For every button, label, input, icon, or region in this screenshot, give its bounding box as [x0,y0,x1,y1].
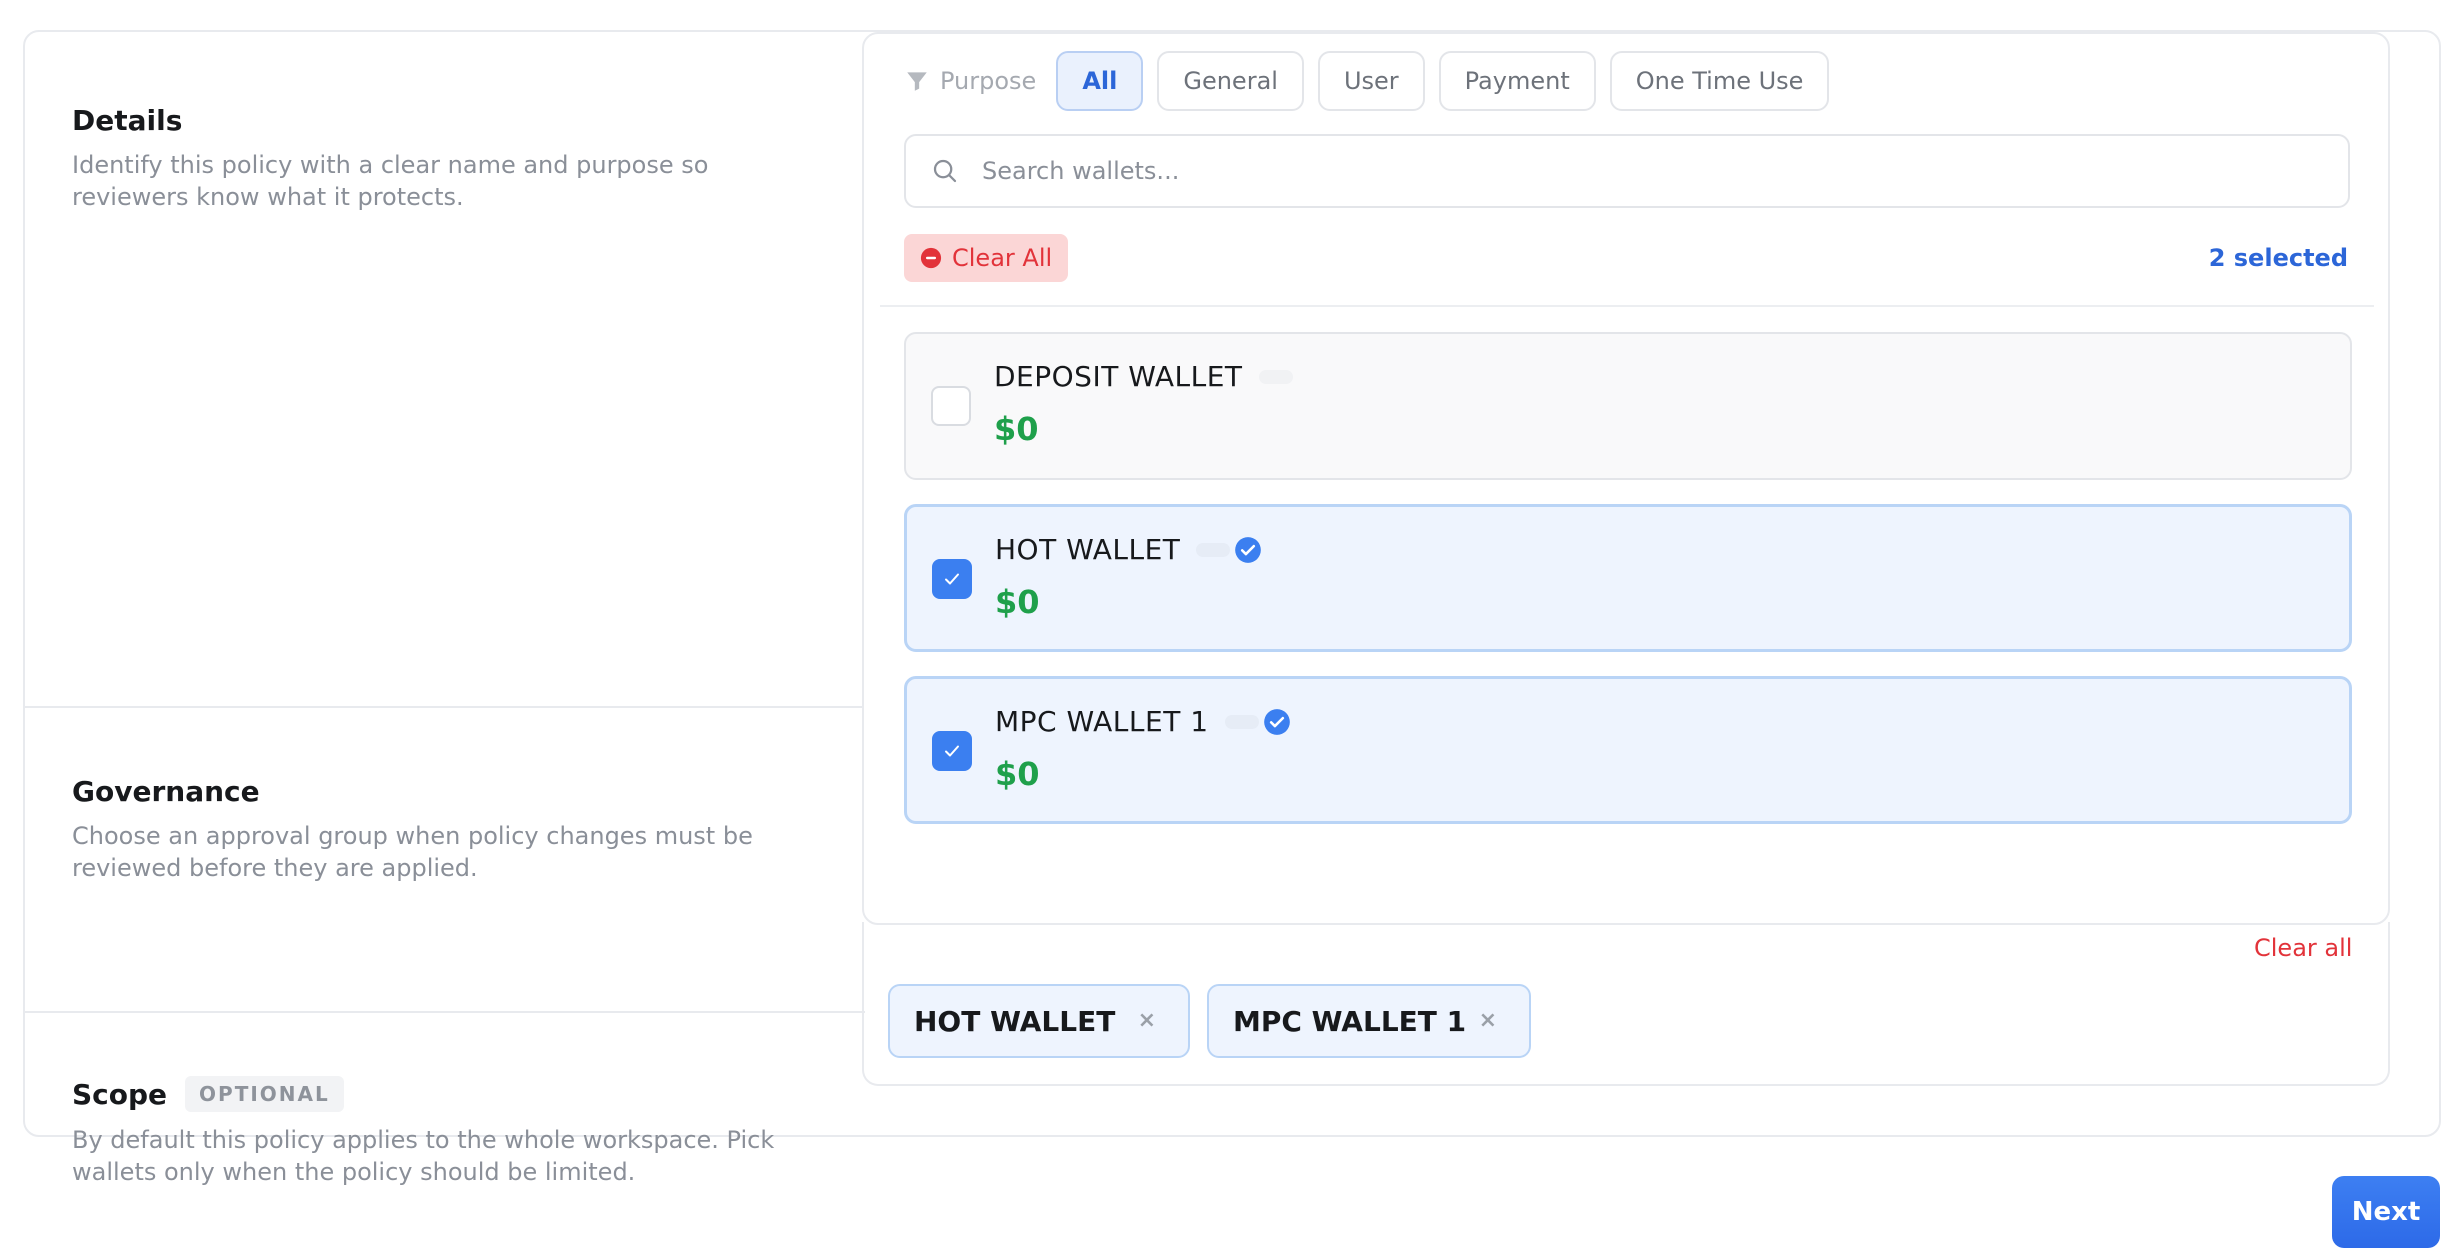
scope-title: Scope [72,1077,168,1111]
wallet-option-hot[interactable]: HOT WALLET $0 [904,504,2352,652]
purpose-label-text: Purpose [940,67,1037,95]
scope-title-row: Scope OPTIONAL [72,1076,812,1112]
wallet-tag-pill [1258,369,1293,384]
wallet-option-deposit[interactable]: DEPOSIT WALLET $0 [904,332,2352,480]
details-section: Details Identify this policy with a clea… [72,104,812,213]
filter-chip-general[interactable]: General [1157,51,1304,111]
next-button[interactable]: Next [2332,1176,2440,1248]
check-icon [945,745,959,757]
purpose-label: Purpose [904,67,1036,95]
optional-badge: OPTIONAL [185,1076,344,1112]
selected-tag-hot-wallet: HOT WALLET × [888,984,1190,1058]
verified-badge-icon [1263,708,1290,735]
filter-chip-payment[interactable]: Payment [1438,51,1596,111]
remove-tag-icon[interactable]: × [1479,1008,1497,1033]
details-description: Identify this policy with a clear name a… [72,151,709,211]
clear-all-label: Clear All [952,244,1053,272]
wallet-balance: $0 [995,755,1040,793]
wallet-tag-pill [1224,714,1259,729]
details-title: Details [72,104,183,137]
selected-count: 2 selected [2208,244,2348,272]
section-divider [25,706,865,708]
wallet-name-row: MPC WALLET 1 [995,705,1291,738]
section-divider [25,1011,865,1013]
governance-description: Choose an approval group when policy cha… [72,822,753,882]
wallet-balance: $0 [994,410,1039,448]
check-icon [945,573,959,585]
wallet-search-input[interactable]: Search wallets... [904,134,2350,208]
picker-divider [880,305,2374,307]
scope-description: By default this policy applies to the wh… [72,1126,775,1186]
purpose-filter-row: Purpose All General User Payment One Tim… [904,50,1830,112]
minus-circle-icon [920,247,942,269]
wallet-name-row: DEPOSIT WALLET [994,360,1293,393]
wallet-checkbox[interactable] [931,386,971,426]
wallet-checkbox-checked[interactable] [932,559,972,599]
search-icon [933,159,957,183]
governance-section: Governance Choose an approval group when… [72,775,812,884]
wallet-name: MPC WALLET 1 [995,705,1209,738]
search-placeholder: Search wallets... [982,157,1180,185]
scope-section: Scope OPTIONAL By default this policy ap… [72,1076,812,1188]
verified-badge-icon [1235,536,1262,563]
wallet-balance: $0 [995,583,1040,621]
governance-title: Governance [72,775,260,808]
wallet-name: DEPOSIT WALLET [994,360,1243,393]
wallet-picker-dropdown: Purpose All General User Payment One Tim… [862,32,2390,925]
wallet-name-row: HOT WALLET [995,533,1262,566]
tag-label: HOT WALLET [914,1004,1116,1038]
selected-tag-mpc-wallet-1: MPC WALLET 1 × [1207,984,1531,1058]
remove-tag-icon[interactable]: × [1138,1008,1156,1033]
filter-chip-user[interactable]: User [1317,51,1425,111]
wallet-name: HOT WALLET [995,533,1181,566]
filter-icon [907,72,927,91]
clear-all-button[interactable]: Clear All [904,234,1069,282]
clear-all-link[interactable]: Clear all [2254,934,2352,962]
wallet-tag-pill [1196,542,1231,557]
filter-chip-one-time-use[interactable]: One Time Use [1609,51,1830,111]
wallet-checkbox-checked[interactable] [932,731,972,771]
wallet-option-mpc-1[interactable]: MPC WALLET 1 $0 [904,676,2352,824]
tag-label: MPC WALLET 1 [1233,1004,1467,1038]
filter-chip-all[interactable]: All [1056,51,1144,111]
